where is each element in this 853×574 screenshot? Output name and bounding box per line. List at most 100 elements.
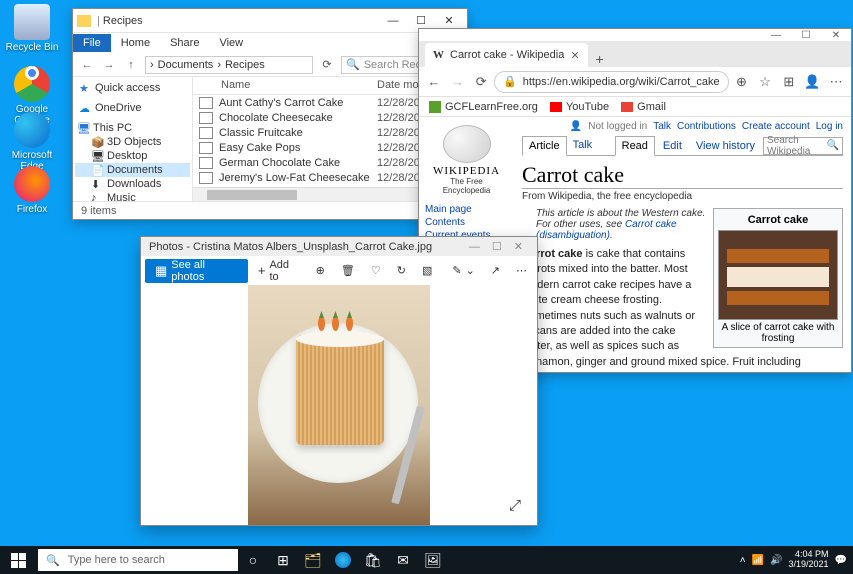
nav-desktop[interactable]: 🖥Desktop xyxy=(75,149,190,163)
address-row: ← → ⟳ 🔒 https://en.wikipedia.org/wiki/Ca… xyxy=(419,67,851,97)
link-talk[interactable]: Talk xyxy=(653,121,671,132)
forward-button[interactable]: → xyxy=(447,70,469,94)
gmail-icon xyxy=(621,102,633,112)
tab-close-button[interactable]: ✕ xyxy=(570,49,579,62)
link-login[interactable]: Log in xyxy=(816,121,843,132)
refresh-button[interactable]: ⟳ xyxy=(319,57,335,73)
taskbar-store[interactable]: 🛍 xyxy=(358,546,388,574)
start-button[interactable] xyxy=(0,546,36,574)
minimize-button[interactable]: — xyxy=(463,241,486,253)
cloud-icon: ☁ xyxy=(79,102,91,114)
file-explorer-window: | Recipes — ☐ ✕ File Home Share View ← →… xyxy=(72,8,468,220)
tab-read[interactable]: Read xyxy=(615,136,655,156)
minimize-button[interactable]: — xyxy=(761,29,791,41)
forward-button[interactable]: → xyxy=(101,57,117,73)
infobox: Carrot cake A slice of carrot cake with … xyxy=(713,208,843,348)
col-name[interactable]: Name xyxy=(193,77,373,94)
wiki-nav-main[interactable]: Main page xyxy=(423,203,510,216)
minimize-button[interactable]: — xyxy=(379,11,407,31)
wiki-nav-contents[interactable]: Contents xyxy=(423,216,510,229)
nav-onedrive[interactable]: ☁OneDrive xyxy=(75,101,190,115)
bookmark-youtube[interactable]: YouTube xyxy=(550,101,609,113)
nav-downloads[interactable]: ⬇Downloads xyxy=(75,177,190,191)
photo-viewport[interactable]: ⤢ xyxy=(141,285,537,525)
tray-chevron-icon[interactable]: ˄ xyxy=(740,555,746,566)
favorites-button[interactable]: ☆ xyxy=(754,70,776,94)
link-create-account[interactable]: Create account xyxy=(742,121,810,132)
explorer-ribbon: File Home Share View xyxy=(73,33,467,53)
favorite-button[interactable]: ♡ xyxy=(365,259,387,283)
see-all-photos-button[interactable]: ▦See all photos xyxy=(145,259,248,283)
menu-button[interactable]: ⋯ xyxy=(825,70,847,94)
share-button[interactable]: ↗ xyxy=(485,259,506,283)
tab-talk[interactable]: Talk xyxy=(567,136,599,155)
volume-icon[interactable]: 🔊 xyxy=(770,555,782,566)
taskbar-photos[interactable]: 🖼 xyxy=(418,546,448,574)
close-button[interactable]: ✕ xyxy=(821,29,851,41)
file-name: Chocolate Cheesecake xyxy=(219,112,377,124)
desktop-icon-edge[interactable]: Microsoft Edge xyxy=(4,112,60,172)
crop-button[interactable]: ▧ xyxy=(416,259,438,283)
add-to-button[interactable]: +Add to xyxy=(252,259,306,283)
back-button[interactable]: ← xyxy=(423,70,445,94)
tab-edit[interactable]: Edit xyxy=(657,137,688,155)
address-bar[interactable]: 🔒 https://en.wikipedia.org/wiki/Carrot_c… xyxy=(494,71,729,93)
explorer-titlebar[interactable]: | Recipes — ☐ ✕ xyxy=(73,9,467,33)
desktop-icon-recycle-bin[interactable]: Recycle Bin xyxy=(4,4,60,53)
document-icon xyxy=(199,172,213,184)
refresh-button[interactable]: ⟳ xyxy=(470,70,492,94)
article-subtitle: From Wikipedia, the free encyclopedia xyxy=(522,191,843,202)
back-button[interactable]: ← xyxy=(79,57,95,73)
new-tab-button[interactable]: + xyxy=(588,51,612,67)
maximize-button[interactable]: ☐ xyxy=(791,29,821,41)
breadcrumb[interactable]: › Documents › Recipes xyxy=(145,56,313,74)
nav-music[interactable]: ♪Music xyxy=(75,191,190,201)
ribbon-tab-share[interactable]: Share xyxy=(160,34,209,52)
close-button[interactable]: ✕ xyxy=(508,240,529,253)
tab-article[interactable]: Article xyxy=(522,136,567,156)
infobox-image[interactable] xyxy=(718,230,838,320)
ribbon-tab-home[interactable]: Home xyxy=(111,34,160,52)
nav-this-pc[interactable]: 🖥This PC xyxy=(75,121,190,135)
rotate-button[interactable]: ↻ xyxy=(391,259,412,283)
desktop-icon-firefox[interactable]: Firefox xyxy=(4,166,60,215)
youtube-icon xyxy=(550,102,562,112)
breadcrumb-seg[interactable]: Documents xyxy=(158,59,214,71)
edge-titlebar[interactable]: — ☐ ✕ xyxy=(419,29,851,41)
bookmark-gmail[interactable]: Gmail xyxy=(621,101,666,113)
task-view-button[interactable]: ⊞ xyxy=(268,546,298,574)
edit-button[interactable]: ✎ ⌄ xyxy=(446,259,480,283)
taskbar-mail[interactable]: ✉ xyxy=(388,546,418,574)
expand-icon[interactable]: ⤢ xyxy=(509,497,527,515)
delete-button[interactable]: 🗑 xyxy=(335,259,361,283)
wiki-search[interactable]: Search Wikipedia🔍 xyxy=(763,137,843,155)
zoom-button[interactable]: ⊕ xyxy=(310,259,331,283)
more-button[interactable]: ⋯ xyxy=(510,259,533,283)
ribbon-tab-file[interactable]: File xyxy=(73,34,111,52)
nav-documents[interactable]: 📄Documents xyxy=(75,163,190,177)
photos-titlebar[interactable]: Photos - Cristina Matos Albers_Unsplash_… xyxy=(141,237,537,256)
cortana-button[interactable]: ○ xyxy=(238,546,268,574)
ribbon-tab-view[interactable]: View xyxy=(209,34,253,52)
tab-history[interactable]: View history xyxy=(690,137,761,155)
taskbar-edge[interactable] xyxy=(328,546,358,574)
profile-button[interactable]: 👤 xyxy=(802,70,824,94)
link-contributions[interactable]: Contributions xyxy=(677,121,736,132)
collections-button[interactable]: ⊞ xyxy=(778,70,800,94)
taskbar-search[interactable]: 🔍Type here to search xyxy=(38,549,238,571)
network-icon[interactable]: 📶 xyxy=(752,555,764,566)
taskbar-clock[interactable]: 4:04 PM 3/19/2021 xyxy=(789,550,829,570)
maximize-button[interactable]: ☐ xyxy=(486,240,508,253)
nav-3d-objects[interactable]: 📦3D Objects xyxy=(75,135,190,149)
system-tray: ˄ 📶 🔊 4:04 PM 3/19/2021 💬 xyxy=(734,550,853,570)
read-aloud-button[interactable]: ⊕ xyxy=(731,70,753,94)
notifications-button[interactable]: 💬 xyxy=(835,555,847,566)
browser-tab[interactable]: W Carrot cake - Wikipedia ✕ xyxy=(425,43,588,67)
up-button[interactable]: ↑ xyxy=(123,57,139,73)
nav-quick-access[interactable]: ★Quick access xyxy=(75,81,190,95)
taskbar-explorer[interactable]: 🗂 xyxy=(298,546,328,574)
wikipedia-logo[interactable]: WIKIPEDIA The Free Encyclopedia xyxy=(432,125,502,195)
breadcrumb-seg[interactable]: Recipes xyxy=(225,59,265,71)
wiki-personal-links: 👤 Not logged in Talk Contributions Creat… xyxy=(522,117,843,136)
bookmark-gcf[interactable]: GCFLearnFree.org xyxy=(429,101,538,113)
